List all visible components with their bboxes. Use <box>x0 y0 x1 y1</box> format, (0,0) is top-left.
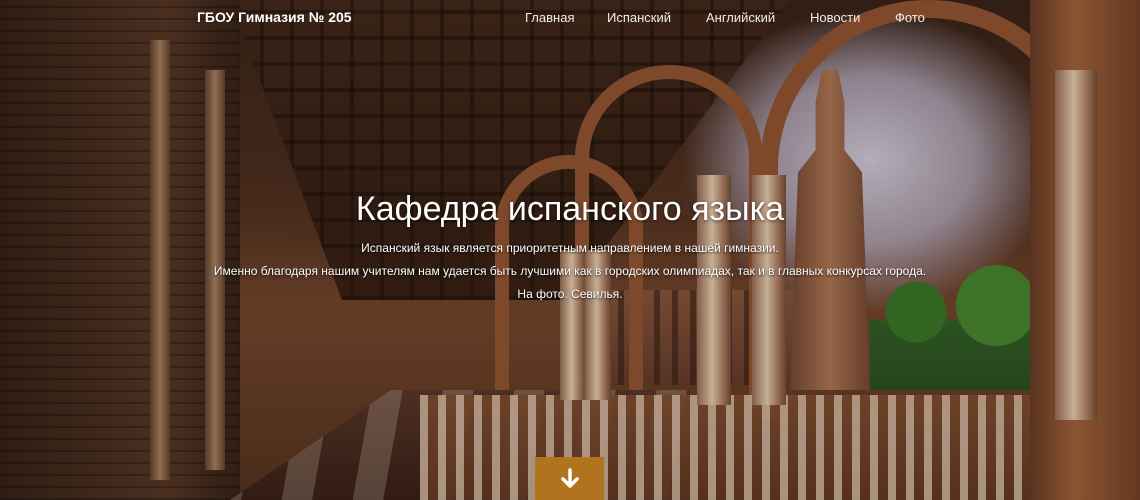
brand-logo-link[interactable]: ГБОУ Гимназия № 205 <box>197 9 352 25</box>
hero-text-line: Испанский язык является приоритетным нап… <box>361 241 779 255</box>
page-title: Кафедра испанского языка <box>355 190 785 228</box>
nav-link-photo[interactable]: Фото <box>895 10 925 25</box>
nav-link-spanish[interactable]: Испанский <box>607 10 671 25</box>
nav-link-english[interactable]: Английский <box>706 10 775 25</box>
nav-link-home[interactable]: Главная <box>525 10 574 25</box>
hero-photo-caption: На фото. Севилья. <box>517 287 623 301</box>
nav-link-news[interactable]: Новости <box>810 10 860 25</box>
scroll-down-button[interactable] <box>535 457 604 500</box>
top-navbar: ГБОУ Гимназия № 205 Главная Испанский Ан… <box>0 0 1140 36</box>
arrow-down-icon <box>560 467 579 488</box>
hero-text-line: Именно благодаря нашим учителям нам удае… <box>213 264 927 278</box>
